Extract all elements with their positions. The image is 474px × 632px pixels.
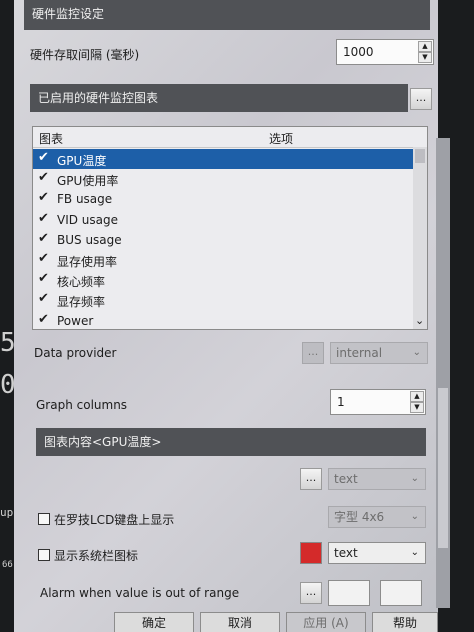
checkmark-icon[interactable]: ✔ bbox=[38, 312, 49, 327]
list-item-label: Power bbox=[57, 313, 94, 328]
list-item[interactable]: ✔ 核心频率 bbox=[33, 270, 413, 290]
dialog-title-bar: 硬件监控设定 bbox=[24, 0, 430, 30]
lcd-label: 在罗技LCD键盘上显示 bbox=[54, 513, 175, 527]
graph-content-title: 图表内容<GPU温度> bbox=[44, 435, 162, 449]
checkmark-icon[interactable]: ✔ bbox=[38, 190, 49, 205]
data-provider-value: internal bbox=[336, 346, 383, 360]
list-item-label: VID usage bbox=[57, 212, 119, 227]
ok-button[interactable]: 确定 bbox=[114, 612, 194, 632]
list-item-label: GPU温度 bbox=[57, 154, 107, 168]
tray-icon-checkbox[interactable] bbox=[38, 549, 50, 561]
data-provider-label: Data provider bbox=[34, 346, 117, 360]
help-button[interactable]: 帮助 bbox=[372, 612, 438, 632]
chevron-down-icon: ⌄ bbox=[410, 511, 419, 522]
column-header-options: 选项 bbox=[269, 132, 294, 146]
tray-format-value: text bbox=[334, 546, 358, 560]
lcd-checkbox[interactable] bbox=[38, 513, 50, 525]
format-value: text bbox=[334, 472, 358, 486]
cancel-button[interactable]: 取消 bbox=[200, 612, 280, 632]
list-item[interactable]: ✔ BUS usage bbox=[33, 230, 413, 250]
tray-format-select[interactable]: text ⌄ bbox=[328, 542, 426, 564]
spin-down-arrow[interactable]: ▼ bbox=[410, 402, 424, 413]
enabled-graphs-more-button[interactable]: ... bbox=[410, 88, 432, 110]
polling-interval-label: 硬件存取间隔 (毫秒) bbox=[30, 48, 140, 62]
enabled-graphs-section: 已启用的硬件监控图表 bbox=[30, 84, 408, 112]
chevron-down-icon: ⌄ bbox=[410, 473, 419, 484]
list-scrollbar[interactable]: ⌄ bbox=[413, 147, 427, 329]
graph-content-section: 图表内容<GPU温度> bbox=[36, 428, 426, 456]
polling-interval-spinbox[interactable]: 1000 ▲ ▼ bbox=[336, 39, 434, 65]
list-item[interactable]: ✔ FB usage bbox=[33, 189, 413, 209]
alarm-min-input[interactable] bbox=[328, 580, 370, 606]
polling-interval-value: 1000 bbox=[343, 45, 374, 59]
list-header: 图表 选项 bbox=[33, 127, 413, 148]
lcd-font-select[interactable]: 字型 4x6 ⌄ bbox=[328, 506, 426, 528]
list-item[interactable]: ✔ 显存使用率 bbox=[33, 250, 413, 270]
chevron-down-icon: ⌄ bbox=[410, 547, 419, 558]
enabled-graphs-title: 已启用的硬件监控图表 bbox=[38, 91, 159, 105]
list-item[interactable]: ✔ VID usage bbox=[33, 210, 413, 230]
chevron-down-icon: ⌄ bbox=[412, 347, 421, 358]
checkmark-icon[interactable]: ✔ bbox=[38, 271, 49, 286]
list-item-label: FB usage bbox=[57, 192, 113, 207]
scroll-down-icon[interactable]: ⌄ bbox=[415, 314, 424, 327]
graph-columns-value: 1 bbox=[337, 395, 345, 409]
data-provider-more-button[interactable]: ... bbox=[302, 342, 324, 364]
list-item-label: BUS usage bbox=[57, 232, 122, 247]
checkmark-icon[interactable]: ✔ bbox=[38, 170, 49, 185]
alarm-label: Alarm when value is out of range bbox=[40, 586, 240, 600]
list-item[interactable]: ✔ GPU使用率 bbox=[33, 169, 413, 189]
list-scrollbar-thumb[interactable] bbox=[415, 149, 425, 163]
format-more-button[interactable]: ... bbox=[300, 468, 322, 490]
tray-icon-label: 显示系统栏图标 bbox=[54, 549, 139, 563]
dialog-title: 硬件监控设定 bbox=[32, 7, 105, 21]
apply-button[interactable]: 应用 (A) bbox=[286, 612, 366, 632]
dialog-scrollbar-thumb[interactable] bbox=[438, 388, 448, 548]
hardware-monitoring-settings-dialog: 硬件监控设定 硬件存取间隔 (毫秒) 1000 ▲ ▼ 已启用的硬件监控图表 .… bbox=[14, 0, 438, 632]
graph-list[interactable]: 图表 选项 ✔ GPU温度 ✔ GPU使用率 ✔ FB usage ✔ VID usage ✔ B… bbox=[32, 126, 428, 330]
list-item-label: 显存频率 bbox=[57, 295, 106, 310]
list-item-label: GPU使用率 bbox=[57, 174, 119, 189]
data-provider-select[interactable]: internal ⌄ bbox=[330, 342, 428, 364]
spin-up-arrow[interactable]: ▲ bbox=[418, 41, 432, 52]
format-select[interactable]: text ⌄ bbox=[328, 468, 426, 490]
dialog-scrollbar[interactable] bbox=[436, 138, 450, 608]
checkmark-icon[interactable]: ✔ bbox=[38, 291, 49, 306]
spin-down-arrow[interactable]: ▼ bbox=[418, 52, 432, 63]
graph-columns-label: Graph columns bbox=[36, 398, 128, 412]
graph-columns-spinbox[interactable]: 1 ▲ ▼ bbox=[330, 389, 426, 415]
alarm-max-input[interactable] bbox=[380, 580, 422, 606]
alarm-more-button[interactable]: ... bbox=[300, 582, 322, 604]
checkmark-icon[interactable]: ✔ bbox=[38, 150, 49, 165]
lcd-font-value: 字型 4x6 bbox=[334, 510, 385, 524]
list-item[interactable]: ✔ Power bbox=[33, 311, 413, 329]
list-item-label: 核心频率 bbox=[57, 275, 106, 290]
tray-color-swatch[interactable] bbox=[300, 542, 322, 564]
checkmark-icon[interactable]: ✔ bbox=[38, 211, 49, 226]
list-item-label: 显存使用率 bbox=[57, 255, 118, 269]
background-text: up bbox=[0, 506, 14, 519]
checkmark-icon[interactable]: ✔ bbox=[38, 231, 49, 246]
column-header-graph: 图表 bbox=[39, 132, 64, 146]
spin-up-arrow[interactable]: ▲ bbox=[410, 391, 424, 402]
list-item[interactable]: ✔ GPU温度 bbox=[33, 149, 413, 169]
background-text: 66 bbox=[2, 560, 13, 570]
checkmark-icon[interactable]: ✔ bbox=[38, 251, 49, 266]
list-item[interactable]: ✔ 显存频率 bbox=[33, 290, 413, 310]
